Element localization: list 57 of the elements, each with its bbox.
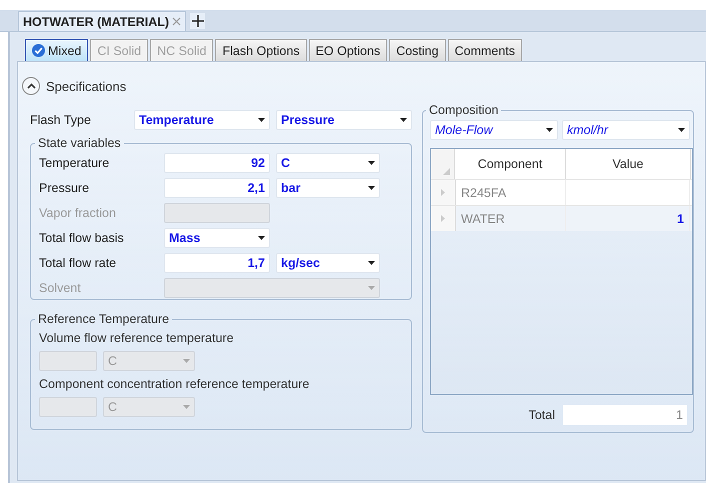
value-field[interactable]: 1,7 [164,252,270,272]
field-label: Total [528,408,555,422]
field-label: Total flow basis [39,230,125,244]
row-arrow-icon [441,189,445,196]
table-row[interactable]: WATER 1 [431,205,692,231]
dropdown-caret-icon [183,405,190,409]
field-label: Pressure [39,180,90,194]
field-label: Component concentration reference temperature [39,376,310,393]
table-cell: 1 [677,212,684,226]
close-icon[interactable] [172,17,182,26]
row-arrow-icon [441,215,445,222]
field-label: Solvent [39,280,82,294]
field-label: Vapor fraction [39,206,117,220]
dropdown-caret-icon [258,118,265,122]
dropdown-caret-icon [368,160,375,164]
total-field: 1 [563,405,687,425]
dropdown-caret-icon [368,286,375,290]
add-tab-button[interactable] [190,13,206,29]
field-label: Flash Type [30,112,92,126]
tab[interactable]: EO Options [308,39,388,61]
chevron-icon [26,83,36,89]
group-title: Composition [428,103,500,117]
group-title: Reference Temperature [37,312,170,326]
table-row[interactable]: R245FA [431,179,692,205]
basis-dropdown[interactable]: Mass [164,228,270,248]
basis-dropdown[interactable]: Mole-Flow [430,120,558,140]
document-tab[interactable]: HOTWATER (MATERIAL) [18,11,186,31]
collapse-button[interactable] [22,77,40,95]
units-dropdown[interactable]: kmol/hr [562,120,690,140]
field-label: Temperature [39,156,110,170]
dropdown-caret-icon [368,186,375,190]
value-field[interactable] [39,397,97,417]
group-title: State variables [37,136,122,150]
field-label: Total flow rate [39,256,118,270]
corner-triangle-icon [443,168,450,175]
section-title: Specifications [46,78,126,94]
dropdown-caret-icon [400,118,407,122]
dropdown-caret-icon [678,128,685,132]
tab[interactable]: Comments [448,39,522,61]
field-label: Volume flow reference temperature [39,330,235,347]
flash-type-dropdown[interactable]: Pressure [276,110,412,130]
table-cell: R245FA [461,186,506,200]
dropdown-caret-icon [183,359,190,363]
tab[interactable]: Costing [389,39,446,61]
unit-dropdown[interactable]: C [276,152,380,172]
flash-type-dropdown[interactable]: Temperature [134,110,270,130]
unit-dropdown[interactable]: bar [276,178,380,198]
unit-dropdown[interactable]: kg/sec [276,252,380,272]
tab[interactable]: Flash Options [215,39,307,61]
value-field[interactable]: 2,1 [164,178,270,198]
table-cell: WATER [461,212,505,226]
value-field[interactable] [39,351,97,371]
tab[interactable]: Mixed [25,39,88,61]
value-field[interactable]: 92 [164,152,270,172]
dropdown-caret-icon [368,260,375,264]
dropdown-caret-icon [258,236,265,240]
dropdown-caret-icon [546,128,553,132]
